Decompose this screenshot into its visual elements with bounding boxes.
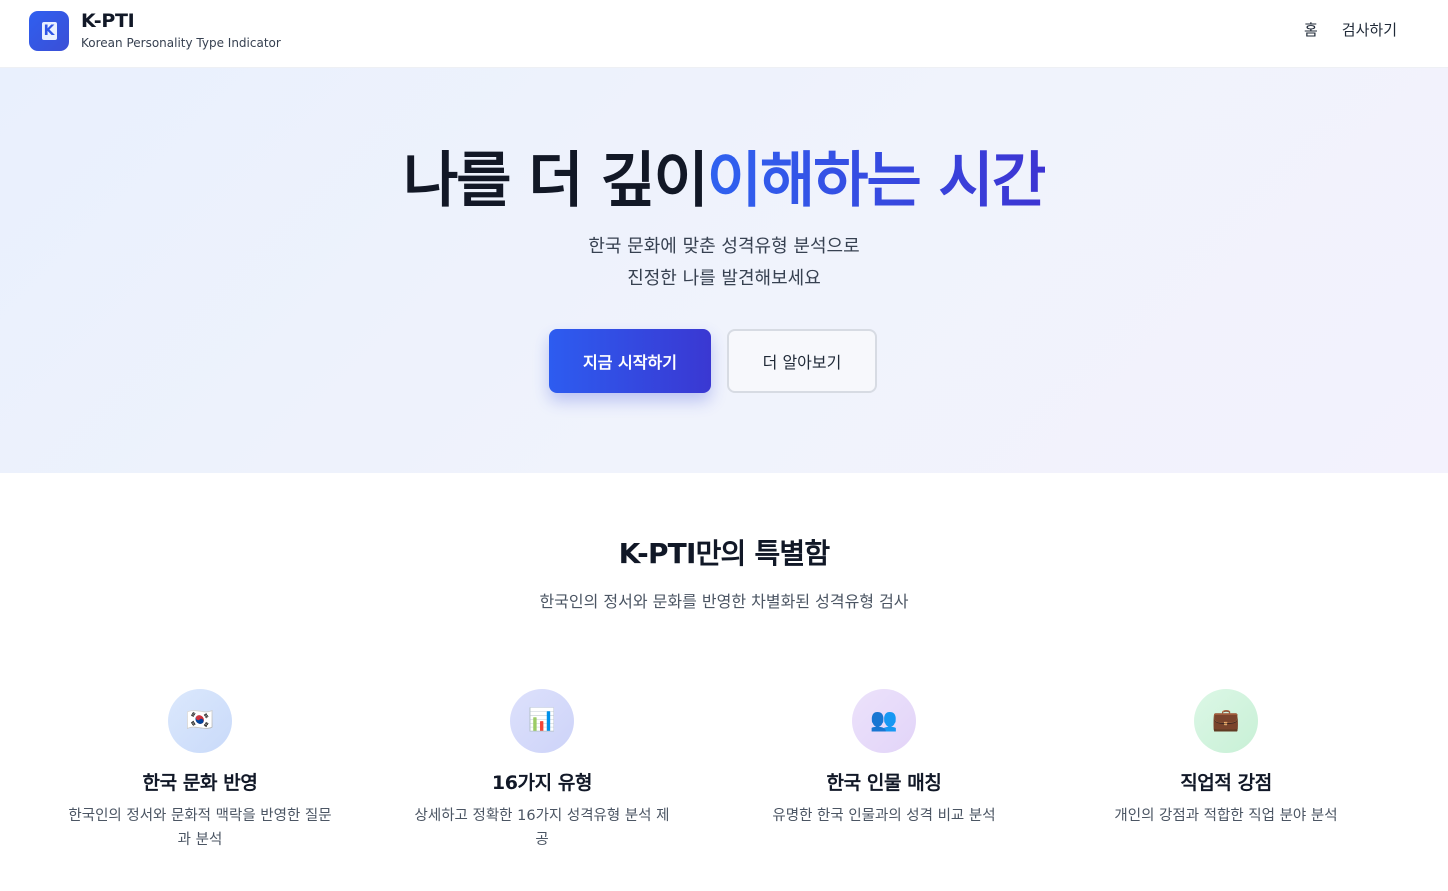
- feature-title: 한국 문화 반영: [142, 772, 258, 794]
- feature-title: 16가지 유형: [491, 772, 593, 794]
- briefcase-icon: 💼: [1194, 689, 1258, 753]
- features-subtitle: 한국인의 정서와 문화를 반영한 차별화된 성격유형 검사: [539, 592, 909, 611]
- hero-title-dark: 나를 더 깊이: [403, 146, 709, 216]
- hero-title-accent: 이해하는 시간: [706, 146, 1047, 216]
- site-header: K K-PTI Korean Personality Type Indicato…: [0, 0, 1448, 68]
- feature-title: 한국 인물 매칭: [826, 772, 942, 794]
- learn-more-button[interactable]: 더 알아보기: [727, 329, 877, 393]
- hero-desc-line-2: 진정한 나를 발견해보세요: [627, 268, 821, 289]
- logo-k-icon: K: [41, 21, 57, 40]
- feature-description: 유명한 한국 인물과의 성격 비교 분석: [772, 808, 996, 824]
- hero-desc-line-1: 한국 문화에 맞춘 성격유형 분석으로: [588, 236, 860, 257]
- people-icon: 👥: [852, 689, 916, 753]
- nav-test-link[interactable]: 검사하기: [1342, 18, 1397, 42]
- start-now-button[interactable]: 지금 시작하기: [549, 329, 711, 393]
- brand-name: K-PTI: [81, 10, 135, 32]
- feature-card-people: 👥 한국 인물 매칭 유명한 한국 인물과의 성격 비교 분석: [739, 689, 1029, 828]
- bar-chart-icon: 📊: [510, 689, 574, 753]
- brand-home-link[interactable]: K K-PTI Korean Personality Type Indicato…: [29, 10, 281, 51]
- brand-subtitle: Korean Personality Type Indicator: [81, 36, 281, 50]
- logo: K: [29, 10, 69, 51]
- feature-card-culture: 🇰🇷 한국 문화 반영 한국인의 정서와 문화적 맥락을 반영한 질문과 분석: [55, 689, 345, 852]
- feature-card-types: 📊 16가지 유형 상세하고 정확한 16가지 성격유형 분석 제공: [397, 689, 687, 852]
- feature-description: 개인의 강점과 적합한 직업 분야 분석: [1114, 808, 1338, 824]
- korea-flag-icon: 🇰🇷: [168, 689, 232, 753]
- nav-home-link[interactable]: 홈: [1304, 18, 1318, 42]
- hero-section: 나를 더 깊이이해하는 시간 한국 문화에 맞춘 성격유형 분석으로 진정한 나…: [0, 68, 1448, 473]
- main-nav: 홈 검사하기: [1304, 18, 1397, 42]
- hero-description: 한국 문화에 맞춘 성격유형 분석으로 진정한 나를 발견해보세요: [0, 231, 1448, 295]
- feature-description: 상세하고 정확한 16가지 성격유형 분석 제공: [414, 808, 670, 848]
- brand-text: K-PTI Korean Personality Type Indicator: [81, 10, 281, 51]
- features-title: K-PTI만의 특별함: [618, 537, 830, 570]
- feature-description: 한국인의 정서와 문화적 맥락을 반영한 질문과 분석: [68, 808, 332, 848]
- hero-title: 나를 더 깊이이해하는 시간: [0, 146, 1448, 216]
- feature-title: 직업적 강점: [1180, 772, 1272, 794]
- feature-card-career: 💼 직업적 강점 개인의 강점과 적합한 직업 분야 분석: [1081, 689, 1371, 828]
- hero-buttons: 지금 시작하기 더 알아보기: [549, 329, 877, 393]
